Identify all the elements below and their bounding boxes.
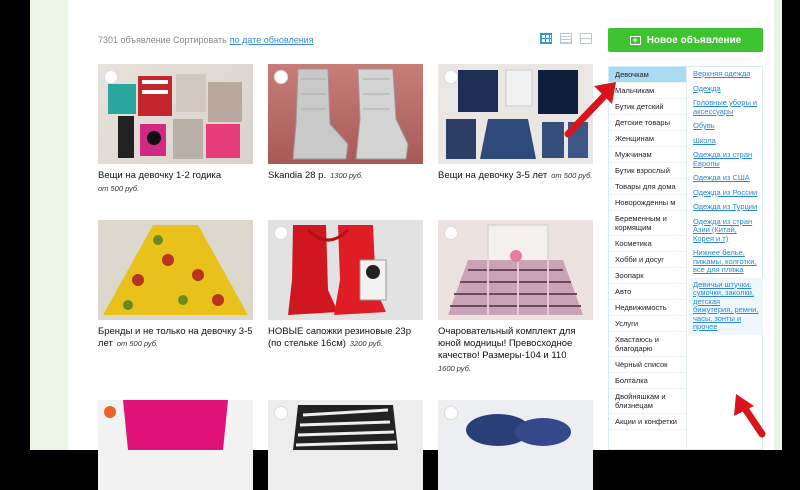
compact-view-icon[interactable]	[580, 33, 592, 44]
user-avatar[interactable]	[274, 70, 288, 84]
new-ad-label: Новое объявление	[646, 34, 742, 46]
listing-photo[interactable]	[268, 220, 423, 320]
listing-price: от 500 руб.	[98, 184, 140, 193]
listing-price: 1600 руб.	[438, 364, 471, 373]
category-item[interactable]: Новорожденны м	[609, 195, 686, 211]
toolbar: 7301 объявление Сортировать по дате обнов…	[68, 0, 774, 60]
category-item[interactable]: Зоопарк	[609, 268, 686, 284]
subcategory-link[interactable]: Верхняя одежда	[689, 67, 763, 82]
browser-frame: 7301 объявление Сортировать по дате обнов…	[30, 0, 782, 490]
category-item[interactable]: Услуги	[609, 316, 686, 332]
listing-card[interactable]: НОВЫЕ сапожки резиновые 23р (по стельке …	[268, 220, 423, 350]
category-item[interactable]: Хвастаюсь и благодарю	[609, 332, 686, 357]
user-avatar[interactable]	[444, 406, 458, 420]
listing-card[interactable]: Бренды и не только на девочку 3-5 лет от …	[98, 220, 253, 350]
shoes-photo	[466, 414, 571, 446]
listing-card[interactable]	[268, 400, 423, 490]
listing-photo[interactable]	[268, 400, 423, 490]
listing-title[interactable]: Skandia 28 р. 1300 руб.	[268, 170, 423, 182]
listing-price: 1300 руб.	[330, 171, 364, 180]
subcategory-link[interactable]: Одежда	[689, 82, 763, 97]
skirt-photo	[103, 225, 248, 315]
subcategories: Верхняя одежда Одежда Головные уборы и а…	[689, 67, 763, 335]
listing-card[interactable]: Skandia 28 р. 1300 руб.	[268, 64, 423, 182]
category-item[interactable]: Хобби и досуг	[609, 252, 686, 268]
category-item[interactable]: Товары для дома	[609, 179, 686, 195]
view-switcher	[540, 33, 592, 44]
sort-control: Сортировать по дате обновления	[173, 35, 314, 45]
listing-title[interactable]: НОВЫЕ сапожки резиновые 23р (по стельке …	[268, 326, 423, 350]
annotation-arrow-top	[564, 82, 616, 138]
category-item[interactable]: Беременным и кормящим	[609, 211, 686, 236]
user-avatar[interactable]	[104, 70, 118, 84]
user-avatar[interactable]	[274, 406, 288, 420]
listing-photo[interactable]	[98, 64, 253, 164]
listing-card[interactable]: Очаровательный комплект для юной модницы…	[438, 220, 593, 373]
sort-value-link[interactable]: по дате обновления	[230, 35, 314, 45]
subcategory-girls-accessories[interactable]: Девичьи штучки: сумочки, заколки, детска…	[689, 277, 763, 335]
subcategory-link[interactable]: Одежда из Турции	[689, 200, 763, 215]
pink-top-photo	[104, 400, 228, 450]
listing-title[interactable]: Очаровательный комплект для юной модницы…	[438, 326, 593, 362]
grid-view-icon[interactable]	[540, 33, 552, 44]
rubber-boots-photo	[288, 225, 387, 315]
listing-price: от 500 руб.	[116, 339, 159, 348]
category-item[interactable]: Болталка	[609, 373, 686, 389]
listing-card[interactable]: Вещи на девочку 1-2 годика от 500 руб.	[98, 64, 253, 193]
ads-count: 7301 объявление	[98, 35, 171, 45]
subcategory-link[interactable]: Одежда из России	[689, 186, 763, 201]
listing-price: от 500 руб.	[551, 171, 593, 180]
listing-card[interactable]	[438, 400, 593, 490]
subcategory-link[interactable]: Одежда из стран Азии (Китай, Корея и т)	[689, 215, 763, 247]
sort-label: Сортировать	[173, 35, 227, 45]
subcategory-link[interactable]: Одежда из стран Европы	[689, 148, 763, 171]
annotation-arrow-bottom	[734, 394, 766, 438]
category-item[interactable]: Чёрный список	[609, 357, 686, 373]
listing-photo[interactable]	[438, 400, 593, 490]
list-view-icon[interactable]	[560, 33, 572, 44]
category-item[interactable]: Авто	[609, 284, 686, 300]
category-item[interactable]: Бутик взрослый	[609, 163, 686, 179]
listing-photo[interactable]	[98, 220, 253, 320]
subcategory-link[interactable]: Одежда из США	[689, 171, 763, 186]
listing-photo[interactable]	[438, 220, 593, 320]
subcategory-link[interactable]: Школа	[689, 134, 763, 149]
dress-set-photo	[448, 224, 583, 315]
user-avatar[interactable]	[274, 226, 288, 240]
clothes-photo	[108, 74, 242, 159]
listing-title[interactable]: Вещи на девочку 1-2 годика	[98, 170, 253, 182]
subcategory-link[interactable]: Головные уборы и аксессуары	[689, 96, 763, 119]
subcategory-link[interactable]: Нижнее белье, пижамы, колготки, все для …	[689, 246, 763, 278]
listing-photo[interactable]	[268, 64, 423, 164]
listing-card[interactable]	[98, 400, 253, 490]
category-item[interactable]: Недвижимость	[609, 300, 686, 316]
category-item[interactable]: Акции и конфетки	[609, 414, 686, 430]
listing-photo[interactable]	[98, 400, 253, 490]
boots-photo	[292, 68, 409, 160]
user-avatar[interactable]	[444, 226, 458, 240]
page: 7301 объявление Сортировать по дате обнов…	[68, 0, 774, 490]
category-item[interactable]: Мужчинам	[609, 147, 686, 163]
listing-title[interactable]: Бренды и не только на девочку 3-5 лет от …	[98, 326, 253, 350]
new-ad-button[interactable]: + Новое объявление	[608, 28, 763, 52]
plus-icon: +	[629, 35, 641, 45]
listing-title[interactable]: Вещи на девочку 3-5 лет от 500 руб.	[438, 170, 593, 182]
subcategory-link[interactable]: Обувь	[689, 119, 763, 134]
listing-price: 3200 руб.	[349, 339, 383, 348]
zebra-photo	[293, 405, 398, 450]
category-item[interactable]: Двойняшкам и близнецам	[609, 389, 686, 414]
user-avatar[interactable]	[444, 70, 458, 84]
category-item[interactable]: Косметика	[609, 236, 686, 252]
